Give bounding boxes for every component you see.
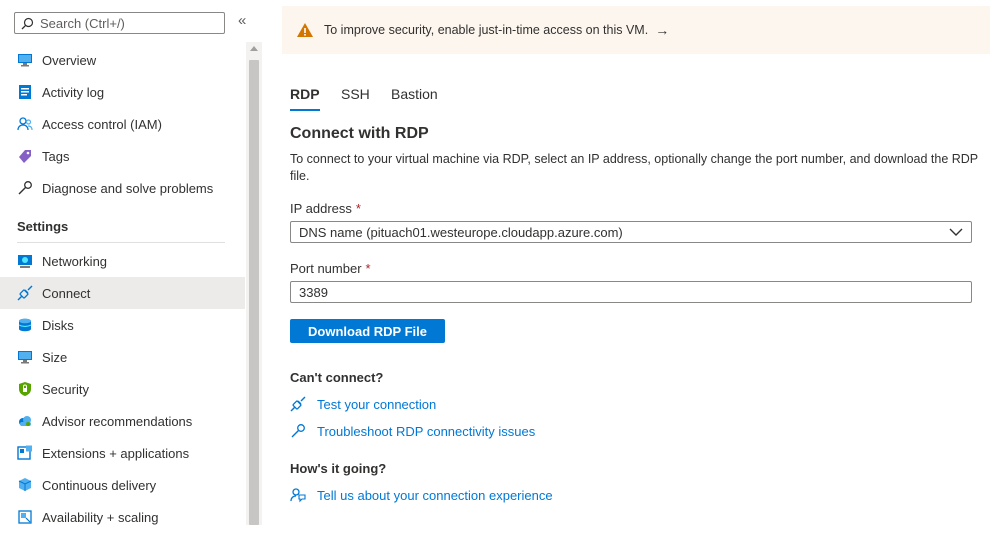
search-input[interactable] xyxy=(40,15,210,31)
test-connection-link[interactable]: Test your connection xyxy=(290,396,436,412)
link-text[interactable]: Test your connection xyxy=(317,397,436,412)
feedback-link[interactable]: Tell us about your connection experience xyxy=(290,487,553,503)
warning-icon xyxy=(296,22,314,38)
download-rdp-button[interactable]: Download RDP File xyxy=(290,319,445,343)
nav-item-label: Availability + scaling xyxy=(42,509,159,525)
extension-icon xyxy=(17,445,33,461)
wrench-icon xyxy=(17,180,33,196)
monitor-icon xyxy=(17,52,33,68)
nav-item-extensions[interactable]: Extensions + applications xyxy=(0,437,245,469)
nav-item-label: Extensions + applications xyxy=(42,445,190,461)
collapse-menu-button[interactable]: « xyxy=(238,12,246,29)
nav-item-size[interactable]: Size xyxy=(0,341,245,373)
nav-item-disks[interactable]: Disks xyxy=(0,309,245,341)
chevron-down-icon xyxy=(949,228,963,236)
feedback-heading: How's it going? xyxy=(290,461,387,476)
jit-warning-banner[interactable]: To improve security, enable just-in-time… xyxy=(282,6,990,54)
nav-item-continuous-delivery[interactable]: Continuous delivery xyxy=(0,469,245,501)
required-marker: * xyxy=(365,261,371,276)
network-icon xyxy=(17,253,33,269)
nav-item-security[interactable]: Security xyxy=(0,373,245,405)
connect-heading: Connect with RDP xyxy=(290,125,429,142)
tab-ssh[interactable]: SSH xyxy=(341,86,370,102)
nav-item-label: Activity log xyxy=(42,84,105,100)
search-box[interactable] xyxy=(14,12,225,34)
plug-icon xyxy=(290,396,306,412)
log-icon xyxy=(17,84,33,100)
resource-menu: « Overview Activity log Access control (… xyxy=(0,0,262,525)
search-icon xyxy=(21,17,34,29)
nav-item-label: Security xyxy=(42,381,89,397)
tab-rdp[interactable]: RDP xyxy=(290,86,320,111)
plug-icon xyxy=(17,285,33,301)
nav-item-label: Overview xyxy=(42,52,97,68)
nav-item-label: Tags xyxy=(42,148,70,164)
nav-item-label: Size xyxy=(42,349,68,365)
tag-icon xyxy=(17,148,33,164)
people-icon xyxy=(17,116,33,132)
nav-item-diagnose[interactable]: Diagnose and solve problems xyxy=(0,172,245,204)
nav-item-networking[interactable]: Networking xyxy=(0,245,245,277)
cloud-icon xyxy=(17,413,33,429)
cube-icon xyxy=(17,477,33,493)
scrollbar-thumb[interactable] xyxy=(249,60,259,525)
nav-item-label: Advisor recommendations xyxy=(42,413,193,429)
ip-address-dropdown[interactable]: DNS name (pituach01.westeurope.cloudapp.… xyxy=(290,221,972,243)
port-number-input[interactable] xyxy=(290,281,972,303)
scroll-up-icon[interactable] xyxy=(250,46,258,51)
nav-item-activity-log[interactable]: Activity log xyxy=(0,76,245,108)
ip-address-label: IP address * xyxy=(290,201,361,216)
section-divider xyxy=(17,242,225,243)
tab-bastion[interactable]: Bastion xyxy=(391,86,438,102)
nav-item-label: Connect xyxy=(42,285,91,301)
nav-item-connect[interactable]: Connect xyxy=(0,277,245,309)
settings-section-header: Settings xyxy=(17,219,69,234)
monitor-icon xyxy=(17,349,33,365)
disk-icon xyxy=(17,317,33,333)
cant-connect-heading: Can't connect? xyxy=(290,370,384,385)
nav-item-label: Access control (IAM) xyxy=(42,116,162,132)
arrow-right-icon[interactable]: → xyxy=(655,22,669,38)
wrench-icon xyxy=(290,423,306,439)
scaling-icon xyxy=(17,509,33,525)
nav-item-overview[interactable]: Overview xyxy=(0,44,245,76)
nav-item-label: Disks xyxy=(42,317,74,333)
nav-item-availability[interactable]: Availability + scaling xyxy=(0,501,245,533)
nav-item-advisor[interactable]: Advisor recommendations xyxy=(0,405,245,437)
ip-address-selected-value: DNS name (pituach01.westeurope.cloudapp.… xyxy=(299,224,623,240)
troubleshoot-link[interactable]: Troubleshoot RDP connectivity issues xyxy=(290,423,535,439)
nav-item-label: Diagnose and solve problems xyxy=(42,180,214,196)
nav-item-label: Continuous delivery xyxy=(42,477,157,493)
nav-item-access-control[interactable]: Access control (IAM) xyxy=(0,108,245,140)
port-number-label: Port number * xyxy=(290,261,371,276)
shield-icon xyxy=(17,381,33,397)
link-text[interactable]: Tell us about your connection experience xyxy=(317,488,553,503)
link-text[interactable]: Troubleshoot RDP connectivity issues xyxy=(317,424,535,439)
connect-description: To connect to your virtual machine via R… xyxy=(290,152,978,183)
banner-text: To improve security, enable just-in-time… xyxy=(324,23,649,37)
port-number-label-text: Port number xyxy=(290,261,362,276)
sidebar-scrollbar[interactable] xyxy=(246,42,262,525)
ip-address-label-text: IP address xyxy=(290,201,352,216)
nav-item-tags[interactable]: Tags xyxy=(0,140,245,172)
nav-item-label: Networking xyxy=(42,253,108,269)
required-marker: * xyxy=(355,201,361,216)
feedback-icon xyxy=(290,487,306,503)
